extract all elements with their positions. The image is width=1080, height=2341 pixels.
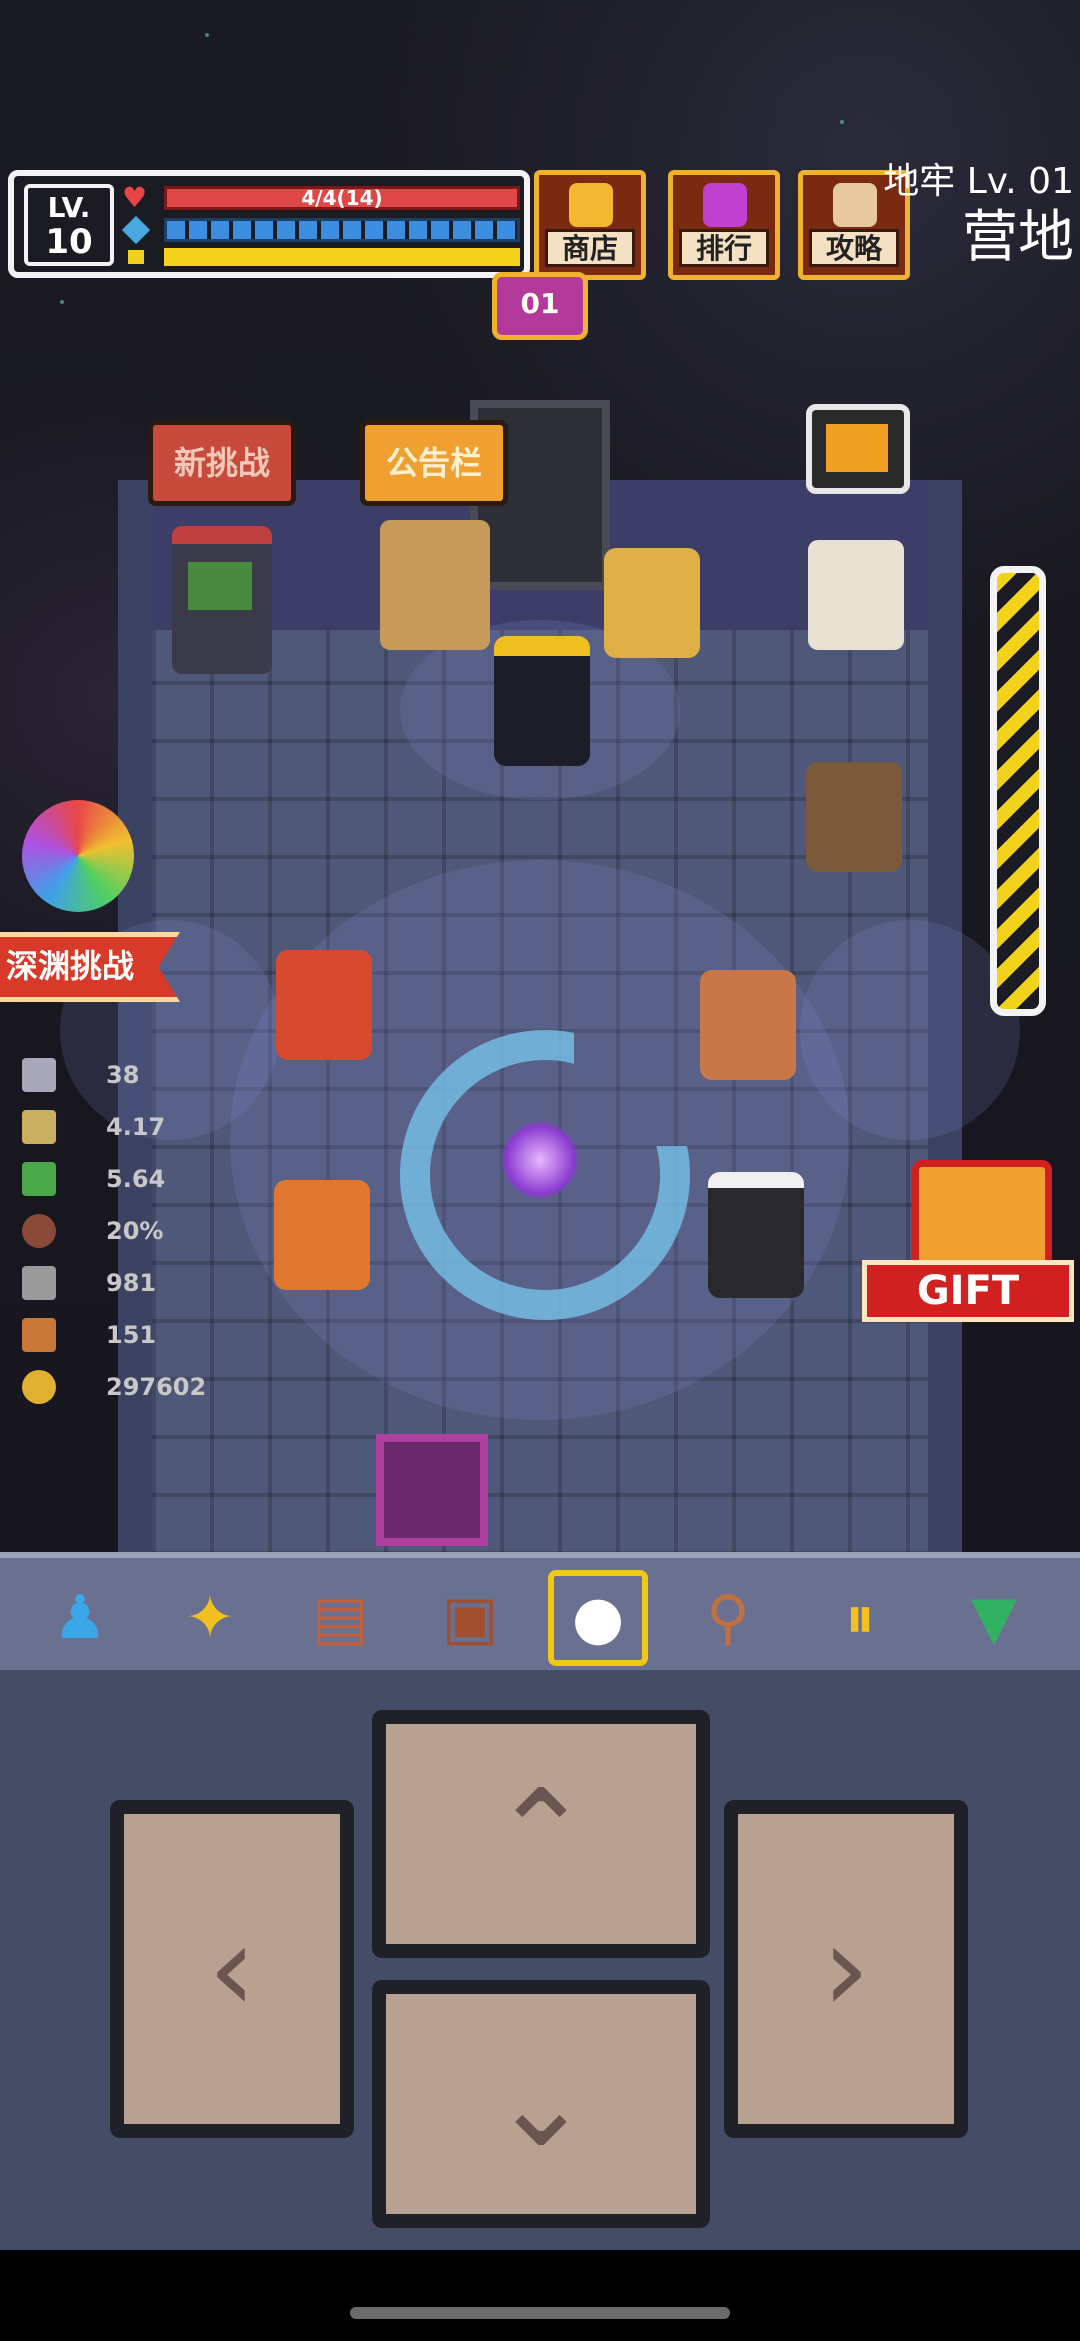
floor-info: 地牢 Lv. 01 营地 [883,160,1074,272]
heart-icon: ♥ [122,181,148,214]
stat-speed: 5.64 [18,1154,248,1206]
shop-bag-icon [569,183,613,227]
hp-bar: 4/4(14) [164,186,520,210]
pause-icon[interactable]: ⏸ [810,1570,910,1666]
home-indicator[interactable] [350,2307,730,2319]
action-toolbar: ♟ ✦ ▤ ▣ ● ⚲ ⏸ ▼ [0,1552,1080,1670]
npc-maid[interactable] [708,1172,804,1298]
experience-bar [164,248,520,266]
move-right-button[interactable]: › [724,1800,968,2138]
stat-value: 20% [106,1217,164,1245]
stat-value: 151 [106,1321,157,1349]
gift-button[interactable]: GIFT [862,1160,1074,1330]
arcade-machine[interactable] [172,526,272,674]
stat-gold: 297602 [18,1362,248,1414]
stat-silver-keys: 981 [18,1258,248,1310]
stat-defense: 20% [18,1206,248,1258]
ranking-button-label: 排行 [679,229,769,267]
stat-value: 5.64 [106,1165,166,1193]
stat-attack: 38 [18,1050,248,1102]
trophy-icon [703,183,747,227]
npc-scarecrow[interactable] [806,762,902,872]
new-challenge-sign[interactable]: 新挑战 [148,420,296,506]
locked-chest[interactable] [376,1434,488,1546]
silver-key-icon [22,1266,56,1300]
star [60,300,64,304]
move-down-button[interactable]: ⌄ [372,1980,710,2228]
bronze-key-icon [22,1318,56,1352]
ranking-button[interactable]: 排行 [668,170,780,280]
sparkle-icon[interactable]: ✦ [160,1570,260,1666]
level-value: 10 [45,222,93,262]
shop-button[interactable]: 商店 [534,170,646,280]
stat-critical: 4.17 [18,1102,248,1154]
star [840,120,844,124]
npc-blonde-hero[interactable] [604,548,700,658]
stat-value: 38 [106,1061,140,1089]
stat-value: 4.17 [106,1113,166,1141]
npc-blacksmith[interactable] [274,1180,370,1290]
mana-bar [164,218,520,242]
stat-value: 297602 [106,1373,207,1401]
campfire[interactable] [500,1120,580,1200]
gift-label: GIFT [862,1260,1074,1322]
gold-coin-icon [22,1370,56,1404]
bulletin-board-sign[interactable]: 公告栏 [360,420,508,506]
character-icon[interactable]: ♟ [30,1570,130,1666]
claw-machine[interactable] [808,540,904,650]
energy-gauge [990,566,1046,1016]
stat-value: 981 [106,1269,157,1297]
floor-badge: 01 [492,272,588,340]
star [205,33,209,37]
guide-board-icon [833,183,877,227]
crit-sword-icon [22,1110,56,1144]
shield-icon [22,1214,56,1248]
light-glow [800,920,1020,1140]
target-icon[interactable]: ● [548,1570,648,1666]
move-up-button[interactable]: ⌃ [372,1710,710,1958]
npc-redhead[interactable] [700,970,796,1080]
boot-icon [22,1162,56,1196]
player-character[interactable] [494,636,590,766]
sword-icon [22,1058,56,1092]
stats-panel: 38 4.17 5.64 20% 981 151 297602 [18,1050,248,1414]
stat-bronze-keys: 151 [18,1310,248,1362]
video-icon [826,424,888,472]
control-pad-area: ⌃ ‹ › ⌄ [0,1670,1080,2250]
magnifier-icon[interactable]: ⚲ [678,1570,778,1666]
bulletin-board-npc[interactable] [380,520,490,650]
level-box: LV. 10 [24,184,114,266]
bag-icon[interactable]: ▣ [420,1570,520,1666]
experience-icon [128,250,144,264]
abyss-challenge-button[interactable]: 深渊挑战 [0,932,180,1002]
rainbow-gem-icon[interactable] [22,800,134,912]
move-left-button[interactable]: ‹ [110,1800,354,2138]
video-ad-sign[interactable] [806,404,910,494]
player-status-panel: LV. 10 ♥ 4/4(14) [8,170,530,278]
floor-level: 地牢 Lv. 01 [883,161,1074,202]
book-icon[interactable]: ▤ [290,1570,390,1666]
chevron-down-icon[interactable]: ▼ [944,1570,1044,1666]
level-label: LV. [47,191,91,224]
bottom-bar [0,2250,1080,2341]
shop-button-label: 商店 [545,229,635,267]
floor-name: 营地 [962,205,1074,270]
npc-fox[interactable] [276,950,372,1060]
mana-icon [121,215,151,245]
